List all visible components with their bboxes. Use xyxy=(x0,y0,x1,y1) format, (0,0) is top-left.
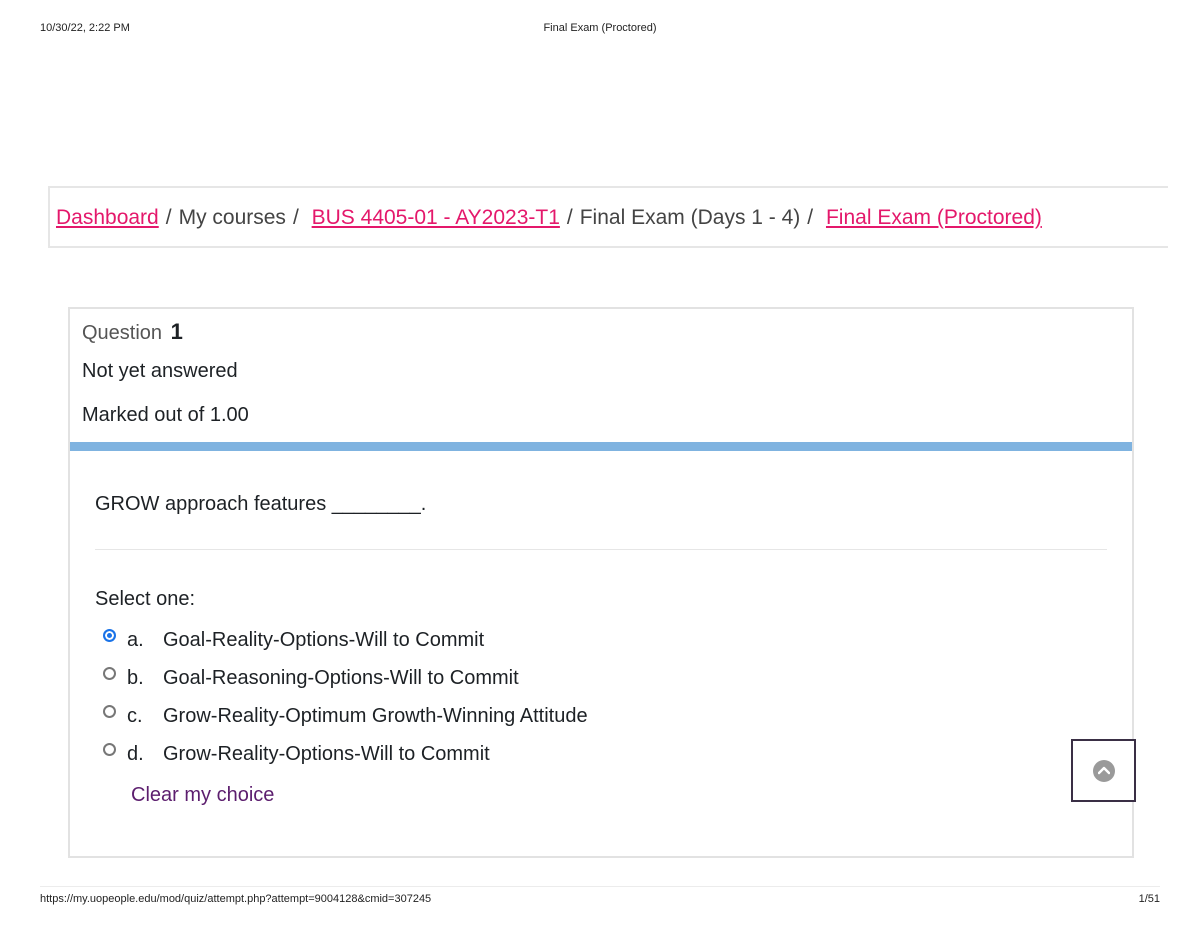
answer-option-c[interactable]: c. Grow-Reality-Optimum Growth-Winning A… xyxy=(103,697,588,735)
breadcrumb-my-courses: My courses xyxy=(178,206,286,229)
content-accent-bar xyxy=(70,442,1132,451)
option-text: Grow-Reality-Optimum Growth-Winning Atti… xyxy=(163,704,588,727)
divider xyxy=(95,549,1107,550)
radio-button-selected[interactable] xyxy=(103,628,116,642)
breadcrumb-container: Dashboard / My courses / BUS 4405-01 - AY20… xyxy=(48,186,1168,248)
option-text: Goal-Reasoning-Options-Will to Commit xyxy=(163,666,519,689)
breadcrumb-dashboard-link[interactable]: Dashboard xyxy=(56,206,159,229)
question-number: Question 1 xyxy=(82,319,183,344)
breadcrumb-separator: / xyxy=(566,206,573,229)
option-letter: c. xyxy=(127,704,143,727)
print-title: Final Exam (Proctored) xyxy=(543,22,657,34)
breadcrumb-separator: / xyxy=(165,206,172,229)
print-header: 10/30/22, 2:22 PM Final Exam (Proctored) xyxy=(40,22,1160,38)
scroll-to-top-button[interactable] xyxy=(1071,739,1136,802)
breadcrumb-separator: / xyxy=(807,206,814,229)
breadcrumb-final-exam-section: Final Exam (Days 1 - 4) xyxy=(579,206,801,229)
option-text: Goal-Reality-Options-Will to Commit xyxy=(163,628,485,651)
question-state: Not yet answered xyxy=(82,360,238,382)
radio-button[interactable] xyxy=(103,666,116,680)
breadcrumb-course-link[interactable]: BUS 4405-01 - AY2023-T1 xyxy=(312,206,560,229)
radio-button[interactable] xyxy=(103,704,116,718)
breadcrumb-separator: / xyxy=(292,206,299,229)
question-card: Question 1 Not yet answered Marked out o… xyxy=(68,307,1134,858)
question-text: GROW approach features ________. xyxy=(95,493,427,515)
option-letter: d. xyxy=(127,742,144,765)
print-footer: https://my.uopeople.edu/mod/quiz/attempt… xyxy=(40,886,1160,913)
clear-my-choice-link[interactable]: Clear my choice xyxy=(131,784,274,807)
print-url: https://my.uopeople.edu/mod/quiz/attempt… xyxy=(40,893,432,905)
option-letter: b. xyxy=(127,666,144,689)
option-text: Grow-Reality-Options-Will to Commit xyxy=(163,742,490,765)
select-one-prompt: Select one: xyxy=(95,588,196,610)
question-number-value: 1 xyxy=(170,319,183,344)
question-info: Question 1 xyxy=(82,319,183,345)
radio-button[interactable] xyxy=(103,742,116,756)
print-page-number: 1/51 xyxy=(1138,893,1160,905)
answer-options: a. Goal-Reality-Options-Will to Commit b… xyxy=(103,621,588,773)
breadcrumb-quiz-link[interactable]: Final Exam (Proctored) xyxy=(826,206,1042,229)
breadcrumb: Dashboard / My courses / BUS 4405-01 - AY20… xyxy=(56,206,1042,230)
answer-option-d[interactable]: d. Grow-Reality-Options-Will to Commit xyxy=(103,735,588,773)
chevron-up-icon xyxy=(1092,759,1115,782)
question-grade: Marked out of 1.00 xyxy=(82,404,249,426)
answer-option-a[interactable]: a. Goal-Reality-Options-Will to Commit xyxy=(103,621,588,659)
question-label: Question xyxy=(82,322,163,344)
option-letter: a. xyxy=(127,628,144,651)
answer-option-b[interactable]: b. Goal-Reasoning-Options-Will to Commit xyxy=(103,659,588,697)
